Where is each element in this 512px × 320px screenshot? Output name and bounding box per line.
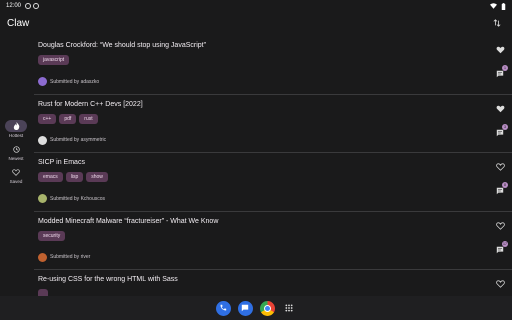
rail-label-hottest: Hottest: [8, 133, 24, 138]
story-actions: 17: [494, 220, 508, 256]
heart-outline-icon: [495, 221, 505, 230]
status-notification-icon-2: [33, 3, 40, 9]
tag-chip[interactable]: lisp: [65, 172, 84, 182]
story-item[interactable]: SICP in Emacs emacs lisp show Submitted by K…: [34, 153, 512, 212]
rail-pill-saved: [5, 166, 27, 178]
comment-icon: [496, 70, 504, 78]
tag-chip[interactable]: security: [38, 230, 66, 241]
tag-chip[interactable]: [38, 289, 48, 296]
avatar: [38, 77, 47, 86]
save-heart-button[interactable]: [494, 220, 506, 232]
chrome-center-icon: [263, 304, 271, 312]
story-title[interactable]: Douglas Crockford: “We should stop using…: [38, 42, 512, 49]
tag-chip[interactable]: show: [86, 172, 108, 182]
tag-chip[interactable]: pdf: [59, 113, 77, 124]
story-item[interactable]: Rust for Modern C++ Devs [2022] c++ pdf rus…: [34, 95, 512, 153]
story-meta: Submitted by asymmetric: [38, 135, 107, 145]
story-title[interactable]: SICP in Emacs: [38, 159, 512, 166]
story-title[interactable]: Re-using CSS for the wrong HTML with Sas…: [38, 276, 512, 283]
phone-app-icon[interactable]: [215, 300, 231, 316]
story-meta: Submitted by adaszko: [38, 77, 99, 86]
navigation-rail: Hottest Newest Saved: [0, 120, 32, 189]
comments-button[interactable]: 8: [494, 182, 508, 197]
heart-outline-icon: [495, 163, 505, 171]
story-item[interactable]: Douglas Crockford: “We should stop using…: [34, 36, 512, 95]
comments-button[interactable]: 17: [494, 240, 508, 256]
submitted-by: Submitted by adaszko: [50, 78, 100, 85]
rail-item-saved[interactable]: Saved: [0, 166, 32, 184]
submitted-by: Submitted by river: [50, 254, 91, 260]
rail-item-newest[interactable]: Newest: [0, 143, 32, 161]
story-tags: c++ pdf rust: [38, 113, 512, 124]
comments-button[interactable]: 1: [494, 65, 508, 80]
app-drawer-button[interactable]: [282, 301, 297, 316]
story-tags: emacs lisp show: [38, 172, 512, 182]
comment-count-badge: 1: [502, 65, 508, 71]
sort-button[interactable]: [489, 15, 505, 31]
story-title[interactable]: Modded Minecraft Malware “fractureiser” …: [38, 218, 512, 225]
status-bar: 12:00: [0, 0, 512, 12]
flame-icon: [13, 122, 19, 130]
heart-filled-icon: [496, 105, 504, 112]
heart-filled-icon: [496, 46, 504, 54]
chrome-app-icon[interactable]: [259, 300, 275, 316]
story-actions: 8: [494, 161, 508, 197]
clock-icon: [12, 145, 20, 153]
system-taskbar: [0, 296, 512, 320]
rail-item-hottest[interactable]: Hottest: [0, 120, 32, 138]
saved-heart-button[interactable]: [494, 44, 506, 56]
status-time: 12:00: [6, 3, 22, 9]
comment-icon: [496, 246, 504, 253]
story-meta: Submitted by Kchouscos: [38, 194, 105, 203]
comment-count-badge: 3: [502, 123, 508, 130]
story-actions: 3: [494, 103, 508, 139]
avatar: [38, 194, 47, 203]
tag-chip[interactable]: javascript: [38, 55, 70, 65]
story-item[interactable]: Re-using CSS for the wrong HTML with Sas…: [34, 270, 512, 296]
rail-label-saved: Saved: [9, 179, 23, 184]
story-tags: [38, 289, 512, 296]
sort-icon: [493, 19, 501, 27]
story-tags: javascript: [38, 55, 512, 65]
save-heart-button[interactable]: [494, 161, 506, 173]
submitted-by: Submitted by asymmetric: [50, 137, 107, 143]
submitted-by: Submitted by Kchouscos: [50, 195, 106, 202]
comment-icon: [496, 129, 504, 136]
rail-pill-newest: [5, 143, 27, 155]
battery-icon: [501, 2, 506, 10]
story-title[interactable]: Rust for Modern C++ Devs [2022]: [38, 101, 512, 108]
comment-count-badge: 17: [502, 240, 508, 247]
avatar: [38, 135, 47, 145]
story-item[interactable]: Modded Minecraft Malware “fractureiser” …: [34, 212, 512, 270]
story-meta: Submitted by river: [38, 252, 91, 262]
comment-count-badge: 8: [502, 182, 508, 188]
rail-label-newest: Newest: [8, 156, 24, 161]
tag-chip[interactable]: emacs: [38, 172, 63, 182]
heart-outline-icon: [495, 280, 505, 288]
apps-grid-icon: [285, 304, 293, 312]
app-bar: Claw: [0, 12, 512, 34]
story-actions: [494, 278, 506, 290]
saved-heart-button[interactable]: [494, 103, 506, 115]
messages-icon: [241, 304, 249, 312]
wifi-icon: [490, 3, 497, 9]
tag-chip[interactable]: rust: [79, 113, 98, 124]
story-tags: security: [38, 230, 512, 241]
save-heart-button[interactable]: [494, 278, 506, 290]
avatar: [38, 252, 47, 262]
status-notification-icon: [25, 3, 32, 9]
heart-icon: [12, 168, 20, 176]
story-actions: 1: [494, 44, 508, 80]
story-feed: Douglas Crockford: “We should stop using…: [34, 36, 512, 296]
phone-icon: [220, 304, 227, 311]
comment-icon: [496, 187, 504, 195]
status-right: [490, 2, 506, 10]
app-title: Claw: [7, 17, 30, 29]
comments-button[interactable]: 3: [494, 123, 508, 139]
messages-app-icon[interactable]: [237, 300, 253, 316]
tag-chip[interactable]: c++: [38, 113, 57, 124]
rail-pill-hottest: [5, 120, 27, 132]
